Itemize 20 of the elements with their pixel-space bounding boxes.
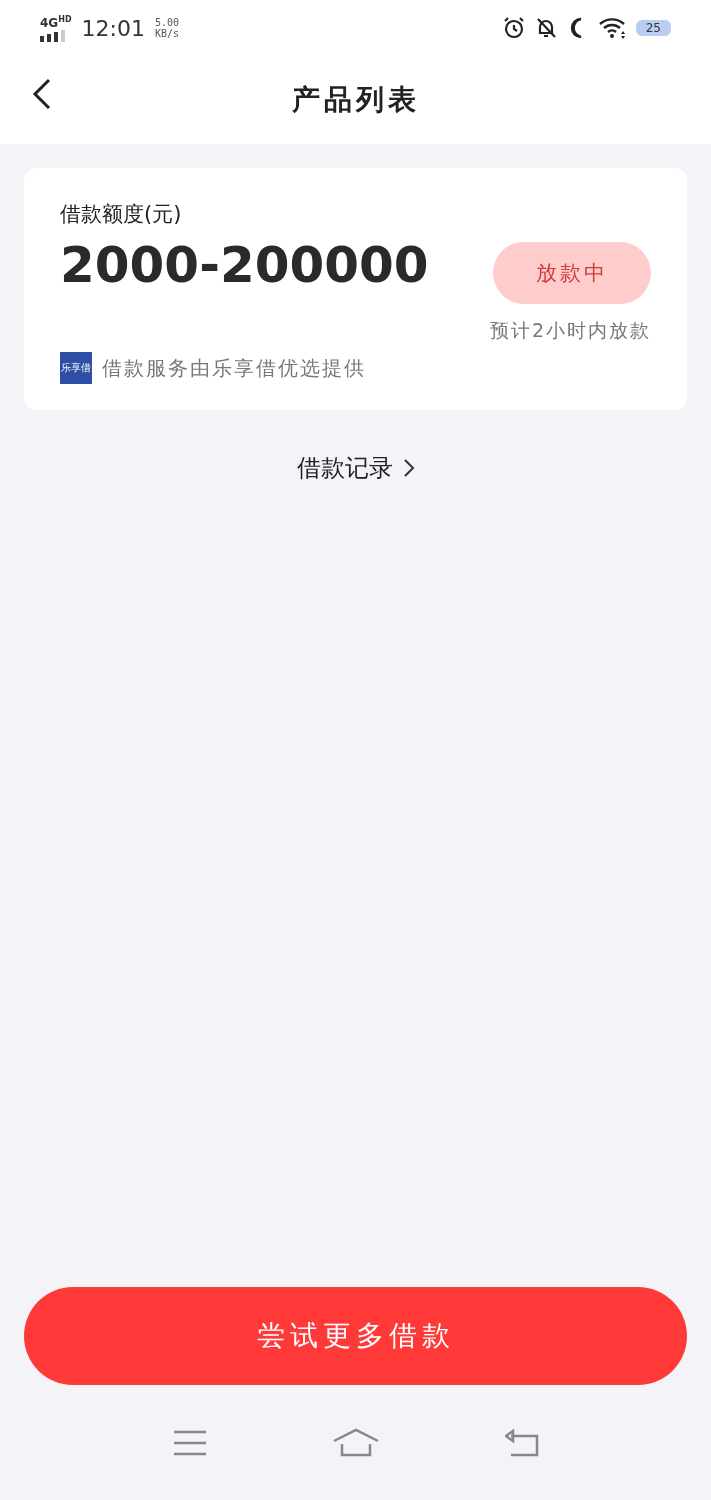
- provider-logo: 乐享借: [60, 352, 92, 384]
- wifi-icon: [597, 16, 628, 40]
- eta-text: 预计2小时内放款: [489, 318, 651, 343]
- home-icon[interactable]: [331, 1427, 380, 1458]
- speed-value: 5.00: [154, 17, 180, 28]
- signal-icon: [40, 30, 68, 42]
- chevron-right-icon: [402, 458, 415, 478]
- provider-text: 借款服务由乐享借优选提供: [102, 354, 366, 382]
- network-label: 4G$^{HD}$: [40, 14, 72, 29]
- back-nav-icon[interactable]: [504, 1428, 539, 1457]
- clock-time: 12:01: [81, 15, 145, 41]
- limit-amount: 2000-200000: [60, 236, 429, 294]
- battery-level: 25: [635, 20, 671, 36]
- page-title: 产品列表: [291, 82, 420, 118]
- limit-label: 借款额度(元): [60, 201, 183, 228]
- menu-icon[interactable]: [172, 1429, 207, 1456]
- speed-unit: KB/s: [154, 28, 180, 39]
- more-loans-button[interactable]: 尝试更多借款: [24, 1287, 687, 1385]
- back-icon[interactable]: [32, 78, 52, 110]
- records-link[interactable]: 借款记录: [296, 452, 415, 484]
